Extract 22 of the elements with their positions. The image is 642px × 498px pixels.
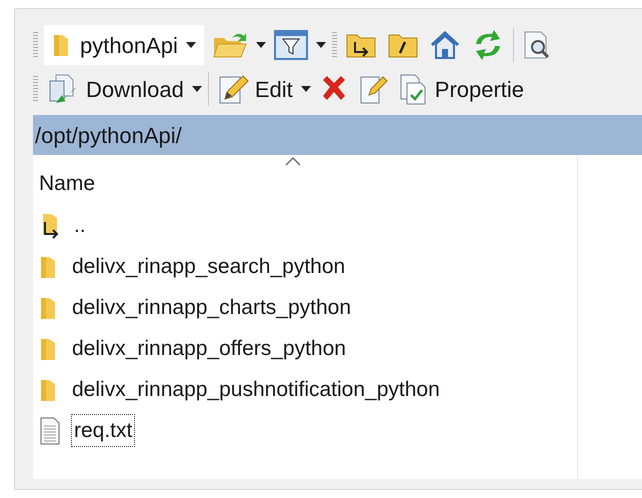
column-header[interactable]: Name [39, 168, 96, 199]
file-name[interactable]: delivx_rinnapp_pushnotification_python [69, 372, 443, 406]
download-button[interactable]: Download [44, 72, 186, 106]
file-name[interactable]: delivx_rinnapp_charts_python [69, 290, 354, 324]
caret-icon[interactable] [192, 86, 202, 92]
caret-icon[interactable] [316, 42, 326, 48]
edit-button[interactable]: Edit [214, 72, 295, 106]
caret-icon[interactable] [256, 42, 266, 48]
caret-icon[interactable] [186, 42, 196, 48]
caret-icon[interactable] [300, 86, 311, 92]
filter-icon[interactable] [274, 30, 308, 60]
path-text: /opt/pythonApi/ [35, 122, 182, 150]
file-name[interactable]: req.txt [71, 414, 136, 448]
file-name[interactable]: .. [71, 208, 89, 242]
file-name[interactable]: delivx_rinapp_search_python [69, 250, 348, 284]
location-dropdown[interactable]: pythonApi [44, 25, 204, 65]
find-icon[interactable] [522, 30, 552, 60]
pencil-icon [216, 73, 249, 105]
properties-button[interactable]: Propertie [396, 72, 526, 106]
file-name[interactable]: delivx_rinnapp_offers_python [69, 332, 349, 366]
document-icon [39, 416, 61, 444]
home-icon[interactable] [428, 30, 461, 60]
